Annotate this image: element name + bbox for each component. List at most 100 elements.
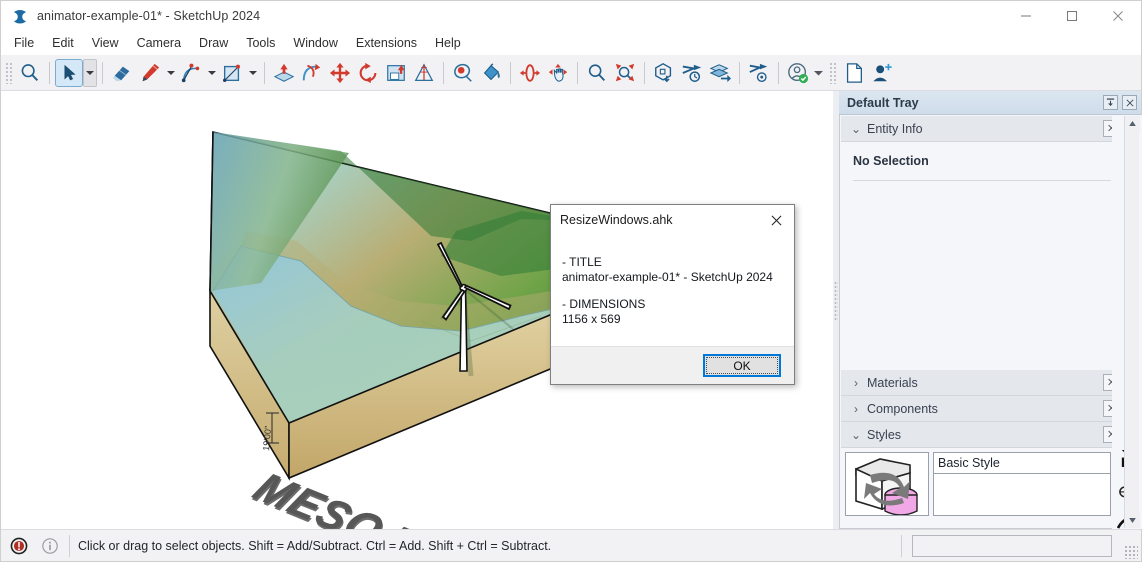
pan-tool-icon[interactable] [544,59,572,87]
menu-file[interactable]: File [5,33,43,53]
menu-window[interactable]: Window [284,33,346,53]
dialog-close-button[interactable] [758,205,794,235]
dialog-title: ResizeWindows.ahk [560,213,673,227]
dialog-dimensions-header: - DIMENSIONS [562,297,646,311]
maximize-button[interactable] [1049,1,1095,31]
menu-edit[interactable]: Edit [43,33,83,53]
measurement-input[interactable] [912,534,1112,557]
status-divider [69,534,70,557]
animator-layers-icon[interactable] [706,59,734,87]
toolbar-grip-2[interactable] [829,61,837,84]
account-dropdown[interactable] [812,59,825,87]
dialog-title-header: - TITLE [562,255,602,269]
toolbar-separator [644,61,645,84]
follow-me-tool-icon[interactable] [298,59,326,87]
warning-bug-icon[interactable] [6,533,32,559]
push-pull-tool-icon[interactable] [270,59,298,87]
dialog-title-value: animator-example-01* - SketchUp 2024 [562,270,773,284]
chevron-right-icon: › [854,375,858,390]
section-label-components: Components [867,401,938,416]
section-label-styles: Styles [867,427,902,442]
ok-button-label: OK [706,357,778,374]
menu-draw[interactable]: Draw [190,33,237,53]
tape-measure-tool-icon[interactable] [449,59,477,87]
rotate-tool-icon[interactable] [354,59,382,87]
section-label-entity-info: Entity Info [867,121,923,136]
arc-tool-dropdown[interactable] [205,59,218,87]
styles-body: Basic Style [841,448,1126,518]
menu-help[interactable]: Help [426,33,470,53]
select-tool-dropdown[interactable] [83,58,97,87]
account-status-icon[interactable] [784,59,812,87]
resize-windows-dialog: ResizeWindows.ahk - TITLE animator-examp… [550,204,795,385]
zoom-extents-tool-icon[interactable] [611,59,639,87]
tray-body: ⌄ Entity Info ✕ No Selection › Materials… [839,115,1142,529]
tray-pin-button[interactable] [1103,95,1118,110]
toolbar-grip[interactable] [5,61,13,84]
tray-scrollbar[interactable] [1124,116,1140,528]
tray-section-entity-info[interactable]: ⌄ Entity Info ✕ [841,116,1126,142]
minimize-button[interactable] [1003,1,1049,31]
tray-section-styles[interactable]: ⌄ Styles ✕ [841,422,1126,448]
style-name-field[interactable]: Basic Style [933,452,1111,474]
orbit-tool-icon[interactable] [516,59,544,87]
main-toolbar [1,55,1141,91]
menu-camera[interactable]: Camera [128,33,190,53]
svg-text:MESO TIDAL: MESO TIDAL [245,465,527,529]
scale-tool-icon[interactable] [410,59,438,87]
dialog-footer: OK [551,346,794,384]
select-tool-icon[interactable] [55,58,83,87]
default-tray: Default Tray ⌄ Entity Info No Selection … [833,91,1142,529]
scrollbar-up-arrow[interactable] [1125,116,1140,131]
zoom-tool-icon[interactable] [16,59,44,87]
scrollbar-down-arrow[interactable] [1125,513,1140,528]
menu-view[interactable]: View [83,33,128,53]
menu-tools[interactable]: Tools [237,33,284,53]
model-info-icon[interactable] [650,59,678,87]
animator-timeline-icon[interactable] [678,59,706,87]
status-bar: Click or drag to select objects. Shift =… [1,529,1141,561]
arc-tool-icon[interactable] [177,59,205,87]
paint-bucket-tool-icon[interactable] [477,59,505,87]
line-tool-dropdown[interactable] [164,59,177,87]
new-document-icon[interactable] [840,59,868,87]
tray-sections: ⌄ Entity Info ✕ No Selection › Materials… [841,116,1126,528]
rectangle-tool-dropdown[interactable] [246,59,259,87]
dialog-title-bar: ResizeWindows.ahk [551,205,794,235]
style-thumbnail[interactable] [845,452,929,516]
tray-section-components[interactable]: › Components ✕ [841,396,1126,422]
toolbar-separator [49,61,50,84]
tray-close-button[interactable] [1122,95,1137,110]
menu-extensions[interactable]: Extensions [347,33,426,53]
sketchup-logo-icon [14,10,26,24]
window-resize-grip[interactable] [1124,544,1138,559]
ok-button[interactable]: OK [703,354,781,377]
sketchup-window: animator-example-01* - SketchUp 2024 Fil… [0,0,1142,562]
rectangle-tool-icon[interactable] [218,59,246,87]
eraser-tool-icon[interactable] [108,59,136,87]
move-tool-icon[interactable] [326,59,354,87]
dialog-dimensions-value: 1156 x 569 [562,312,621,326]
close-button[interactable] [1095,1,1141,31]
tray-section-materials[interactable]: › Materials ✕ [841,370,1126,396]
tray-header-buttons [1103,95,1141,110]
status-right-group [901,530,1141,562]
model-label: MESO TIDAL MESO TIDAL [245,465,528,529]
chevron-right-icon: › [854,401,858,416]
chevron-down-icon: ⌄ [850,121,862,136]
style-list[interactable] [933,474,1111,516]
toolbar-separator [778,61,779,84]
window-controls [1003,1,1141,31]
tray-grip-dots [834,281,838,321]
toolbar-separator [739,61,740,84]
info-icon[interactable] [37,533,63,559]
line-tool-icon[interactable] [136,59,164,87]
offset-tool-icon[interactable] [382,59,410,87]
tray-title: Default Tray [847,95,919,110]
add-user-icon[interactable] [868,59,896,87]
toolbar-separator [443,61,444,84]
entity-info-body: No Selection [841,142,1126,370]
title-bar: animator-example-01* - SketchUp 2024 [1,1,1141,31]
zoom-window-tool-icon[interactable] [583,59,611,87]
animator-settings-icon[interactable] [745,59,773,87]
